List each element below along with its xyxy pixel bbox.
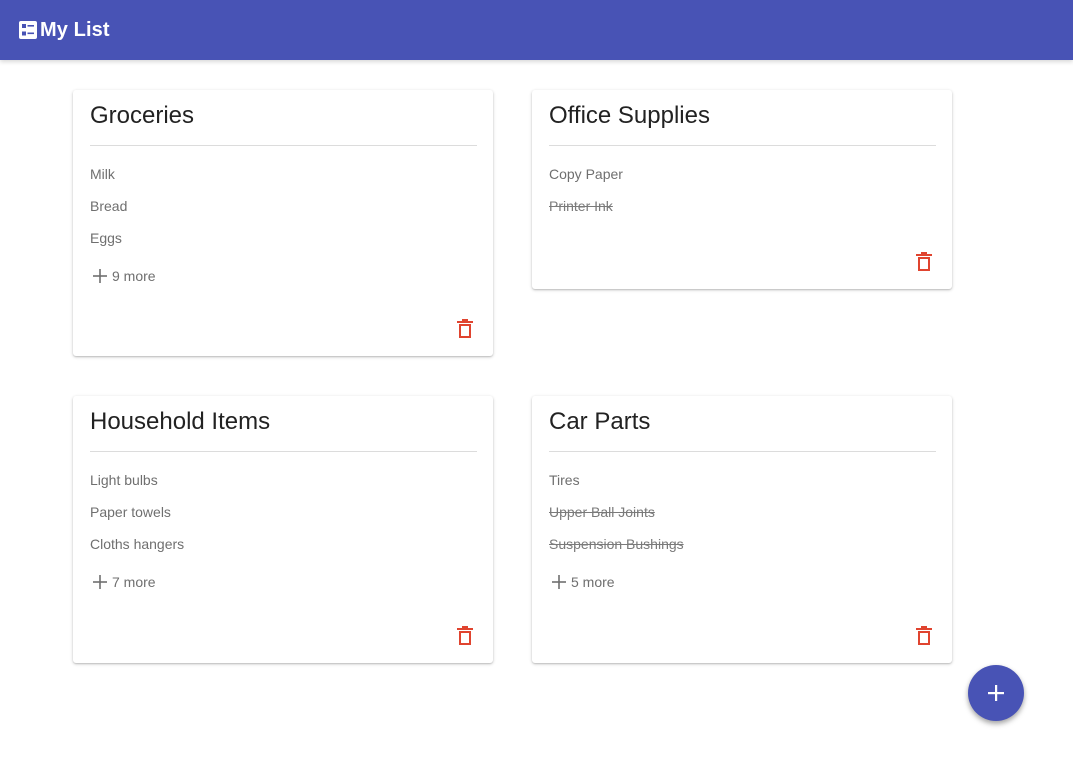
divider [90, 451, 477, 452]
trash-icon [916, 251, 932, 271]
list-title: Car Parts [549, 408, 651, 435]
trash-icon [916, 625, 932, 645]
trash-icon [457, 625, 473, 645]
divider [90, 145, 477, 146]
show-more-button[interactable]: 9 more [90, 260, 156, 292]
trash-icon [457, 318, 473, 338]
divider [549, 145, 936, 146]
list-items: Light bulbs Paper towels Cloths hangers … [90, 472, 184, 598]
delete-list-button[interactable] [914, 624, 934, 646]
list-item-completed: Upper Ball Joints [549, 504, 655, 520]
list-item: Eggs [90, 230, 122, 246]
list-title: Office Supplies [549, 102, 710, 129]
delete-list-button[interactable] [455, 624, 475, 646]
list-card-groceries[interactable]: Groceries Milk Bread Eggs 9 more [73, 90, 493, 356]
app-bar: My List [0, 0, 1073, 60]
plus-icon [552, 575, 566, 589]
list-items: Copy Paper Printer Ink [549, 166, 623, 230]
list-card-car-parts[interactable]: Car Parts Tires Upper Ball Joints Suspen… [532, 396, 952, 663]
app-title: My List [40, 18, 110, 41]
list-item-completed: Suspension Bushings [549, 536, 684, 552]
list-title: Household Items [90, 408, 271, 435]
list-item: Paper towels [90, 504, 171, 520]
divider [549, 451, 936, 452]
list-items: Tires Upper Ball Joints Suspension Bushi… [549, 472, 684, 598]
list-view-icon [19, 21, 37, 39]
delete-list-button[interactable] [455, 317, 475, 339]
list-items: Milk Bread Eggs 9 more [90, 166, 156, 292]
list-item: Bread [90, 198, 128, 214]
plus-icon [93, 269, 107, 283]
show-more-label: 9 more [112, 268, 156, 284]
list-card-office-supplies[interactable]: Office Supplies Copy Paper Printer Ink [532, 90, 952, 289]
list-item: Cloths hangers [90, 536, 185, 552]
list-item: Milk [90, 166, 115, 182]
plus-icon [988, 685, 1004, 701]
list-item: Tires [549, 472, 580, 488]
list-title: Groceries [90, 102, 195, 129]
show-more-label: 7 more [112, 574, 156, 590]
list-card-household-items[interactable]: Household Items Light bulbs Paper towels… [73, 396, 493, 663]
add-list-button[interactable] [968, 665, 1024, 721]
list-item: Copy Paper [549, 166, 623, 182]
show-more-button[interactable]: 7 more [90, 566, 184, 598]
list-item: Light bulbs [90, 472, 158, 488]
delete-list-button[interactable] [914, 250, 934, 272]
show-more-label: 5 more [571, 574, 615, 590]
list-item-completed: Printer Ink [549, 198, 613, 214]
show-more-button[interactable]: 5 more [549, 566, 684, 598]
plus-icon [93, 575, 107, 589]
